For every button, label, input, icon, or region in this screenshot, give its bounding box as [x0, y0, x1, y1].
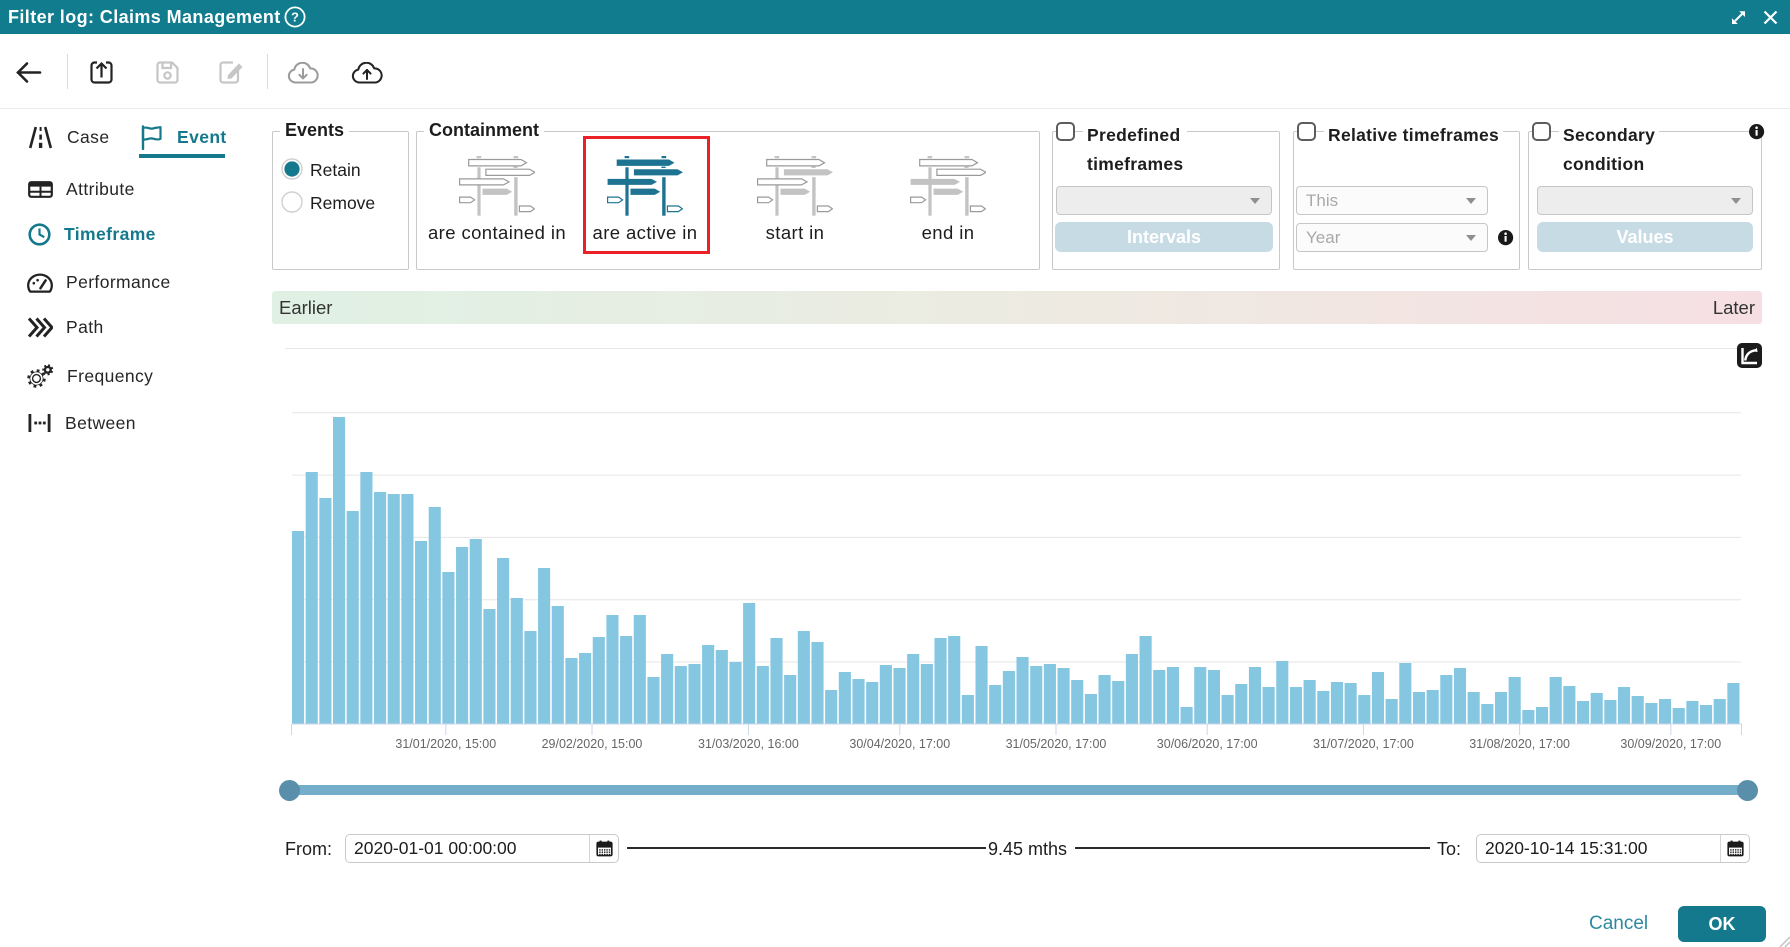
- svg-text:29/02/2020, 15:00: 29/02/2020, 15:00: [542, 737, 643, 751]
- svg-text:31/01/2020, 15:00: 31/01/2020, 15:00: [395, 737, 496, 751]
- svg-text:30/09/2020, 17:00: 30/09/2020, 17:00: [1620, 737, 1721, 751]
- svg-text:31/08/2020, 17:00: 31/08/2020, 17:00: [1469, 737, 1570, 751]
- svg-text:31/05/2020, 17:00: 31/05/2020, 17:00: [1006, 737, 1107, 751]
- svg-text:31/03/2020, 16:00: 31/03/2020, 16:00: [698, 737, 799, 751]
- svg-text:?: ?: [291, 10, 299, 25]
- svg-text:30/04/2020, 17:00: 30/04/2020, 17:00: [849, 737, 950, 751]
- svg-text:31/07/2020, 17:00: 31/07/2020, 17:00: [1313, 737, 1414, 751]
- svg-text:30/06/2020, 17:00: 30/06/2020, 17:00: [1157, 737, 1258, 751]
